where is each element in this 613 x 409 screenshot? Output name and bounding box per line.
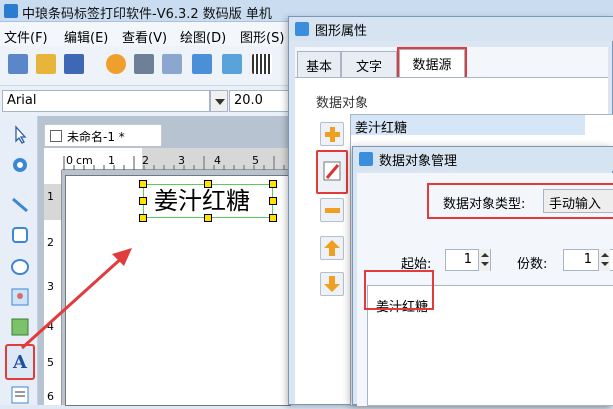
data-objects-label: 数据对象 <box>316 96 369 111</box>
tab-text[interactable]: 文字 <box>341 51 397 77</box>
move-down-button[interactable] <box>320 272 344 296</box>
data-object-item[interactable]: 姜汁红糖 <box>351 115 585 136</box>
remove-data-object-button[interactable] <box>320 198 344 222</box>
manager-dialog-title: 数据对象管理 <box>379 154 458 169</box>
move-up-button[interactable] <box>320 236 344 260</box>
tab-datasource-highlight <box>397 47 467 79</box>
count-label: 份数: <box>517 257 548 272</box>
minus-icon <box>325 208 340 213</box>
properties-dialog-title: 图形属性 <box>315 24 368 39</box>
dialog-icon <box>295 22 309 36</box>
arrow-up-icon <box>324 240 340 256</box>
dialog-icon <box>359 152 373 166</box>
content-highlight <box>364 270 434 310</box>
manager-dialog-titlebar[interactable]: 数据对象管理 <box>353 147 613 171</box>
properties-dialog-titlebar[interactable]: 图形属性 <box>289 17 613 41</box>
count-spinner[interactable] <box>598 249 610 271</box>
pencil-icon <box>323 161 341 181</box>
type-highlight <box>427 183 613 219</box>
arrow-down-icon <box>324 276 340 292</box>
start-spinner[interactable] <box>478 249 490 271</box>
tab-basic[interactable]: 基本 <box>297 51 341 77</box>
add-data-object-button[interactable] <box>320 122 344 146</box>
edit-data-object-button[interactable] <box>316 150 348 194</box>
plus-icon <box>325 127 340 142</box>
